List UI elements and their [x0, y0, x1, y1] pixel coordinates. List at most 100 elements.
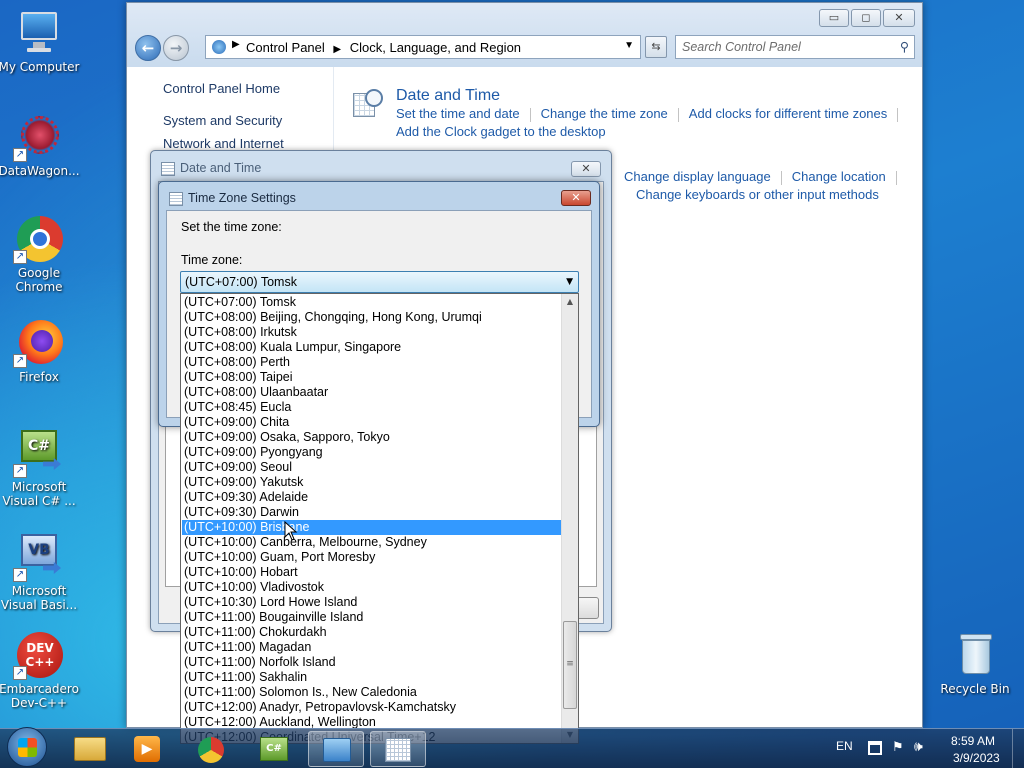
search-input[interactable]: Search Control Panel ⚲ — [675, 35, 915, 59]
time-zone-option[interactable]: (UTC+10:00) Brisbane — [182, 520, 562, 535]
desktop-icon-google-chrome[interactable]: ↗ Google Chrome — [0, 214, 83, 294]
time-zone-option[interactable]: (UTC+08:00) Kuala Lumpur, Singapore — [182, 340, 562, 355]
taskbar-control-panel[interactable] — [308, 731, 364, 767]
time-zone-option[interactable]: (UTC+08:45) Eucla — [182, 400, 562, 415]
chevron-down-icon[interactable]: ▼ — [624, 40, 634, 51]
time-zone-option[interactable]: (UTC+09:00) Seoul — [182, 460, 562, 475]
time-zone-option[interactable]: (UTC+08:00) Perth — [182, 355, 562, 370]
time-zone-option[interactable]: (UTC+09:00) Osaka, Sapporo, Tokyo — [182, 430, 562, 445]
time-zone-option[interactable]: (UTC+08:00) Taipei — [182, 370, 562, 385]
link-change-location[interactable]: Change location — [792, 169, 886, 184]
link-add-clock-gadget[interactable]: Add the Clock gadget to the desktop — [396, 124, 606, 139]
shortcut-arrow-icon: ↗ — [13, 250, 27, 264]
link-set-time-date[interactable]: Set the time and date — [396, 106, 520, 121]
breadcrumb-control-panel[interactable]: Control Panel — [246, 40, 325, 55]
link-separator — [677, 107, 679, 122]
list-scrollbar[interactable]: ▲ ≡ ▼ — [561, 294, 578, 743]
chevron-right-icon: ▶ — [333, 44, 342, 55]
time-zone-option[interactable]: (UTC+09:00) Yakutsk — [182, 475, 562, 490]
time-zone-option[interactable]: (UTC+09:30) Darwin — [182, 505, 562, 520]
time-zone-option[interactable]: (UTC+10:30) Lord Howe Island — [182, 595, 562, 610]
time-zone-option[interactable]: (UTC+08:00) Irkutsk — [182, 325, 562, 340]
visual-csharp-icon: C# — [260, 737, 288, 761]
clock-time[interactable]: 8:59 AM — [951, 734, 995, 748]
desktop-icon-datawagon[interactable]: ↗ DataWagon... — [0, 112, 83, 178]
search-icon[interactable]: ⚲ — [900, 39, 909, 54]
date-time-close-button[interactable]: ✕ — [571, 161, 601, 177]
time-zone-option[interactable]: (UTC+11:00) Chokurdakh — [182, 625, 562, 640]
time-zone-option[interactable]: (UTC+10:00) Canberra, Melbourne, Sydney — [182, 535, 562, 550]
network-icon[interactable] — [868, 741, 882, 755]
refresh-button[interactable]: ⇆ — [645, 36, 667, 58]
date-time-section-icon — [353, 89, 383, 119]
language-indicator[interactable]: EN — [836, 739, 853, 753]
date-time-links-row2: Add the Clock gadget to the desktop — [396, 124, 606, 139]
link-add-clocks[interactable]: Add clocks for different time zones — [689, 106, 887, 121]
taskbar-media-player[interactable]: ▶ — [120, 731, 176, 767]
sidebar-item-system-security[interactable]: System and Security — [163, 113, 282, 128]
time-zone-option[interactable]: (UTC+09:00) Chita — [182, 415, 562, 430]
forward-button[interactable]: → — [163, 35, 189, 61]
time-zone-dialog-title: Time Zone Settings — [188, 191, 296, 205]
taskbar-chrome[interactable] — [184, 731, 240, 767]
firefox-icon: ↗ — [13, 318, 63, 368]
taskbar-visual-csharp[interactable]: C# — [246, 731, 302, 767]
computer-icon — [15, 8, 63, 56]
time-zone-dropdown-list[interactable]: (UTC+07:00) Tomsk (UTC+08:00) Beijing, Ch… — [180, 293, 579, 744]
set-time-zone-prompt: Set the time zone: — [181, 220, 282, 234]
time-zone-option[interactable]: (UTC+12:00) Anadyr, Petropavlovsk-Kamcha… — [182, 700, 562, 715]
time-zone-selected-value: (UTC+07:00) Tomsk — [185, 275, 297, 289]
desktop-icon-my-computer[interactable]: My Computer — [0, 8, 83, 74]
scrollbar-thumb[interactable]: ≡ — [563, 621, 577, 709]
time-zone-option[interactable]: (UTC+08:00) Ulaanbaatar — [182, 385, 562, 400]
time-zone-option[interactable]: (UTC+09:00) Pyongyang — [182, 445, 562, 460]
time-zone-option[interactable]: (UTC+11:00) Solomon Is., New Caledonia — [182, 685, 562, 700]
link-change-time-zone[interactable]: Change the time zone — [541, 106, 668, 121]
time-zone-select[interactable]: (UTC+07:00) Tomsk ▼ — [180, 271, 579, 293]
time-zone-option[interactable]: (UTC+09:30) Adelaide — [182, 490, 562, 505]
link-separator — [897, 107, 899, 122]
clock-date[interactable]: 3/9/2023 — [953, 751, 1000, 765]
date-time-dialog-icon — [161, 162, 175, 176]
shortcut-arrow-icon: ↗ — [13, 666, 27, 680]
minimize-button[interactable]: ▭ — [819, 9, 849, 27]
time-zone-option[interactable]: (UTC+10:00) Hobart — [182, 565, 562, 580]
address-bar[interactable]: ▶ Control Panel ▶ Clock, Language, and R… — [205, 35, 641, 59]
volume-icon[interactable]: 🕪 — [914, 739, 923, 755]
sidebar-item-control-panel-home[interactable]: Control Panel Home — [163, 81, 280, 96]
taskbar-date-time[interactable] — [370, 731, 426, 767]
link-change-keyboards[interactable]: Change keyboards or other input methods — [636, 187, 879, 202]
time-zone-option[interactable]: (UTC+11:00) Magadan — [182, 640, 562, 655]
desktop-icon-recycle-bin[interactable]: Recycle Bin — [931, 630, 1019, 696]
show-desktop-button[interactable] — [1012, 729, 1024, 768]
time-zone-option[interactable]: (UTC+11:00) Norfolk Island — [182, 655, 562, 670]
sidebar-item-network-internet[interactable]: Network and Internet — [163, 136, 284, 151]
date-time-title[interactable]: Date and Time — [396, 87, 500, 105]
action-center-flag-icon[interactable]: ⚑ — [892, 740, 906, 756]
taskbar-explorer[interactable] — [62, 731, 118, 767]
time-zone-option[interactable]: (UTC+10:00) Guam, Port Moresby — [182, 550, 562, 565]
shortcut-arrow-icon: ↗ — [13, 148, 27, 162]
taskbar: ▶ C# EN ⚑ 🕪 8:59 AM 3/9/2023 — [0, 727, 1024, 768]
desktop-icon-firefox[interactable]: ↗ Firefox — [0, 318, 83, 384]
desktop-icon-visual-csharp[interactable]: C# ↗ Microsoft Visual C# ... — [0, 428, 83, 508]
maximize-button[interactable]: ◻ — [851, 9, 881, 27]
close-button[interactable]: ✕ — [883, 9, 915, 27]
desktop-icon-visual-basic[interactable]: VB ↗ Microsoft Visual Basi... — [0, 532, 83, 612]
scroll-up-arrow-icon[interactable]: ▲ — [562, 294, 578, 310]
start-button[interactable] — [7, 727, 47, 767]
link-change-display-language[interactable]: Change display language — [624, 169, 771, 184]
chevron-down-icon[interactable]: ▼ — [566, 277, 573, 287]
visual-csharp-icon: C# ↗ — [13, 428, 63, 478]
time-zone-option[interactable]: (UTC+11:00) Sakhalin — [182, 670, 562, 685]
time-zone-option[interactable]: (UTC+10:00) Vladivostok — [182, 580, 562, 595]
desktop-icon-devcpp[interactable]: DEV C++ ↗ Embarcadero Dev-C++ — [0, 630, 83, 710]
breadcrumb-clock-language-region[interactable]: Clock, Language, and Region — [350, 40, 521, 55]
time-zone-close-button[interactable]: ✕ — [561, 190, 591, 206]
time-zone-option[interactable]: (UTC+11:00) Bougainville Island — [182, 610, 562, 625]
link-separator — [780, 170, 782, 185]
time-zone-option[interactable]: (UTC+07:00) Tomsk — [182, 295, 562, 310]
control-panel-icon — [323, 738, 351, 762]
time-zone-option[interactable]: (UTC+08:00) Beijing, Chongqing, Hong Kon… — [182, 310, 562, 325]
back-button[interactable]: ← — [135, 35, 161, 61]
